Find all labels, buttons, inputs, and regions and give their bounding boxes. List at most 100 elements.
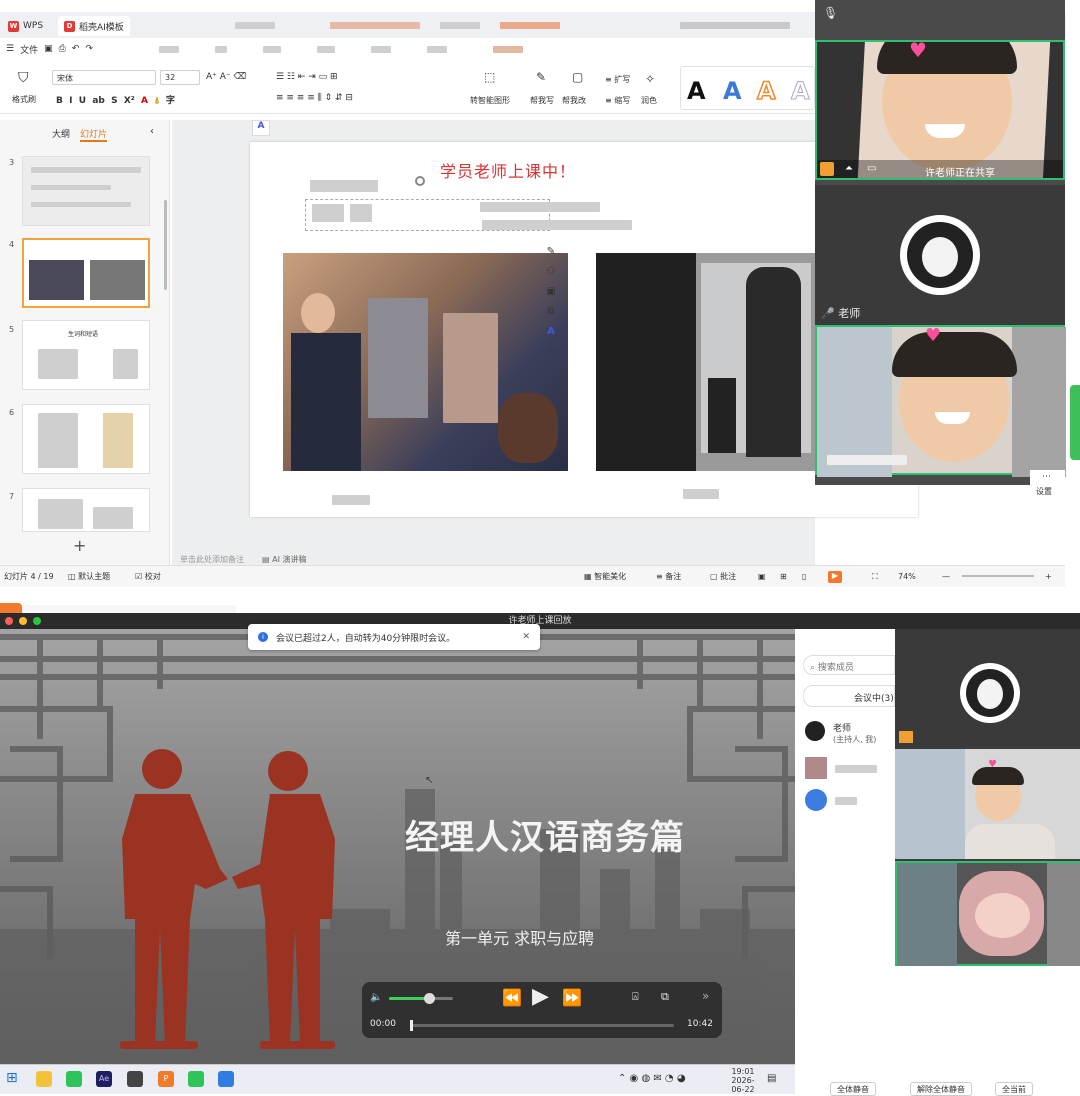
text-style-gallery[interactable]: A A A A [680,66,815,110]
theme-button[interactable]: ◫ 默认主题 [68,571,110,582]
more-options-icon[interactable]: ⋯ [1042,472,1051,482]
in-meeting-tab[interactable]: 会议中(3) [803,685,895,707]
grid-view-icon[interactable]: ⊞ [780,572,787,581]
convert-smart-label[interactable]: 转智能图形 [470,95,510,106]
help-edit-icon[interactable]: ▢ [572,70,583,84]
zoom-out-icon[interactable]: — [942,572,950,581]
zoom-in-icon[interactable]: + [1045,572,1052,581]
notes-button[interactable]: ≡ 备注 [656,571,681,582]
ai-assistant-icon[interactable]: A [252,120,270,136]
smart-shape-icon[interactable]: ⬚ [484,70,495,84]
minimize-window-icon[interactable] [19,617,27,625]
text-style-buttons[interactable]: B I U ab S X² A ⍋ 字 [56,93,175,106]
help-edit-button[interactable]: 帮我改 [562,95,586,106]
animation-icon[interactable]: ⚇ [542,266,560,286]
volume-slider[interactable] [389,997,453,1000]
menu-icon[interactable]: ☰ [6,44,14,54]
proofread-button[interactable]: ☑ 校对 [135,571,161,582]
close-notice-icon[interactable]: ✕ [522,632,530,642]
play-button[interactable]: ▶ [532,984,549,1009]
notifications-icon[interactable]: ▤ [767,1073,776,1084]
windows-start-icon[interactable]: ⊞ [6,1070,18,1086]
side-tab[interactable] [1070,385,1080,460]
fit-window-icon[interactable]: ⛶ [872,572,878,582]
ai-speech-button[interactable]: ▤ AI 演讲稿 [262,554,306,565]
notes-placeholder[interactable]: 单击此处添加备注 [180,554,244,565]
shared-video-tile[interactable]: ♥ ⏶ ▭ 许老师正在共享 [815,40,1065,180]
help-write-button[interactable]: 帮我写 [530,95,554,106]
add-slide-icon[interactable]: + [73,536,86,555]
font-grow-icon[interactable]: A⁺ A⁻ ⌫ [206,72,246,82]
comments-button[interactable]: ▢ 批注 [710,571,736,582]
polish-icon[interactable]: ✧ [645,72,655,86]
tab-wps[interactable]: W WPS [2,16,49,36]
airplay-icon[interactable]: ⍓ [632,990,639,1004]
slide-thumb-6[interactable] [22,404,150,474]
wps-presentation-icon[interactable]: P [158,1071,174,1087]
slide-thumb-4[interactable] [22,238,150,308]
participant-video-tile[interactable] [895,861,1080,966]
microphone-icon[interactable]: 🎙 [823,6,838,20]
ai-icon[interactable]: A [542,326,560,346]
student-video-tile[interactable]: ♥ [815,325,1067,477]
print-icon[interactable]: ⎙ [59,44,66,54]
volume-icon[interactable]: 🔈 [370,992,382,1003]
align-buttons[interactable]: ≡ ≡ ≡ ≡ ⫼ ⇕ ⇵ ⊟ [276,93,353,103]
smart-beautify-button[interactable]: ▦ 智能美化 [584,571,626,582]
reading-view-icon[interactable]: ▯ [802,572,806,581]
zoom-slider[interactable] [962,575,1034,577]
polish-button[interactable]: 润色 [641,95,657,106]
seek-bar[interactable] [410,1020,674,1031]
slide-thumb-7[interactable] [22,488,150,532]
file-explorer-icon[interactable] [36,1071,52,1087]
clock[interactable]: 19:01 2026-06-22 [725,1067,761,1094]
teacher-video-tile[interactable]: 🎤 老师 [815,185,1065,325]
font-name-select[interactable]: 宋体 [52,70,156,85]
slide-thumb-5[interactable]: 生词和短语 [22,320,150,390]
maximize-window-icon[interactable] [33,617,41,625]
rewind-icon[interactable]: ⏪ [502,988,522,1007]
slide-thumb-3[interactable] [22,156,150,226]
capcut-icon[interactable] [127,1071,143,1087]
font-size-select[interactable]: 32 [160,70,200,85]
wechat-icon[interactable] [66,1071,82,1087]
copy-icon[interactable]: ⧉ [542,306,560,326]
more-icon[interactable]: ⋯ [542,346,560,366]
teacher-video-tile[interactable] [895,629,1080,747]
close-window-icon[interactable] [5,617,13,625]
format-painter-icon[interactable]: ⛉ [18,70,29,86]
fast-forward-icon[interactable]: ⏩ [562,988,582,1007]
tab-slides[interactable]: 幻灯片 [80,127,108,142]
tab-daoke-ai-template[interactable]: D 稻壳AI模板 [58,16,130,36]
chat-app-icon[interactable] [188,1071,204,1087]
menu-file[interactable]: 文件 [20,43,38,56]
layout-icon[interactable]: ▣ [542,286,560,306]
shorten-button[interactable]: ≡ 缩写 [605,95,630,106]
after-effects-icon[interactable]: Ae [96,1071,112,1087]
redo-icon[interactable]: ↷ [85,44,93,54]
help-write-icon[interactable]: ✎ [536,70,546,84]
edit-icon[interactable]: ✎ [542,246,560,266]
normal-view-icon[interactable]: ▣ [758,572,766,581]
picture-in-picture-icon[interactable]: ⧉ [661,990,669,1004]
expand-controls-icon[interactable]: » [702,989,709,1003]
volume-knob[interactable] [423,993,435,1004]
expand-button[interactable]: ≡ 扩写 [605,74,630,85]
play-slideshow-icon[interactable]: ▶ [828,570,842,583]
rotate-handle-icon[interactable] [415,176,425,186]
list-buttons[interactable]: ☰ ☷ ⇤ ⇥ ▭ ⊞ [276,72,338,82]
zoom-level[interactable]: 74% [898,572,916,581]
slide-title[interactable]: 学员老师上课中！ [440,158,576,182]
member-search-input[interactable]: ⌕ 搜索成员 [803,655,895,675]
system-tray-icons[interactable]: ⌃ ◉ ◍ ✉ ◔ ◕ [618,1073,686,1084]
taskbar: ⊞ Ae P ⌃ ◉ ◍ ✉ ◔ ◕ 19:01 2026-06-22 ▤ [0,1064,795,1094]
thumbnail-scrollbar[interactable] [164,200,167,290]
undo-icon[interactable]: ↶ [72,44,80,54]
save-icon[interactable]: ▣ [44,44,53,54]
student-video-tile[interactable]: ♥ [895,749,1080,859]
collapse-panel-icon[interactable]: ‹ [150,126,154,137]
meeting-app-icon[interactable] [218,1071,234,1087]
tab-outline[interactable]: 大纲 [52,127,70,140]
seek-handle[interactable] [410,1020,413,1031]
settings-label[interactable]: 设置 [1036,486,1052,497]
